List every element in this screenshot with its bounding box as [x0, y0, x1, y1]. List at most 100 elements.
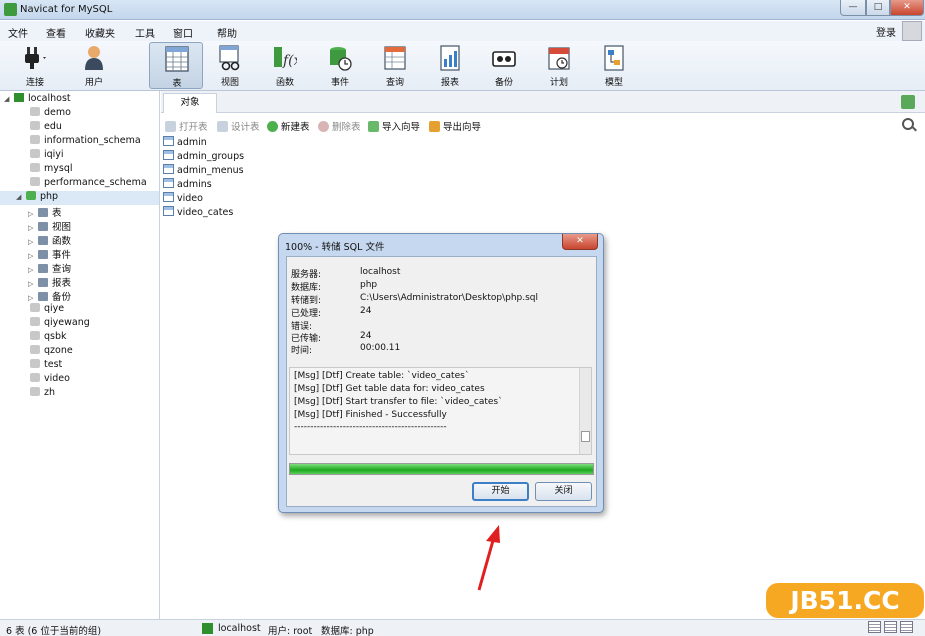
delete-table-label: 删除表 — [332, 122, 361, 133]
export-wizard-label: 导出向导 — [443, 122, 482, 133]
tree-db-performance-schema[interactable]: performance_schema — [30, 177, 147, 191]
node-label: 表 — [52, 208, 62, 219]
schedule-icon — [548, 47, 570, 70]
start-button[interactable]: 开始 — [472, 482, 529, 501]
open-table-button[interactable]: 打开表 — [165, 119, 208, 133]
dialog-close-button[interactable]: ✕ — [562, 234, 598, 250]
tree-db-qzone[interactable]: qzone — [30, 345, 73, 359]
query-button[interactable]: 查询 — [368, 42, 422, 89]
expand-arrow-icon[interactable]: ▷ — [28, 294, 38, 302]
export-wizard-button[interactable]: 导出向导 — [429, 119, 481, 133]
tree-db-video[interactable]: video — [30, 373, 70, 387]
database-icon — [30, 387, 40, 396]
info-label: 已处理: — [291, 309, 322, 319]
avatar[interactable] — [902, 21, 922, 41]
scroll-thumb[interactable] — [581, 431, 590, 442]
login-link[interactable]: 登录 — [876, 24, 896, 39]
connect-button[interactable]: 连接 — [8, 42, 62, 89]
design-table-label: 设计表 — [231, 122, 260, 133]
expand-arrow-icon[interactable]: ▷ — [28, 266, 38, 274]
new-table-button[interactable]: 新建表 — [267, 119, 310, 133]
tab-objects[interactable]: 对象 — [163, 93, 217, 113]
expand-arrow-icon[interactable]: ▷ — [28, 224, 38, 232]
collapse-arrow-icon[interactable]: ◢ — [4, 95, 14, 103]
tree-db-edu[interactable]: edu — [30, 121, 62, 135]
tree-php-views[interactable]: ▷ 视图 — [28, 219, 71, 233]
database-open-icon — [26, 191, 36, 200]
list-item[interactable]: video_cates — [163, 206, 233, 220]
close-button[interactable]: 关闭 — [535, 482, 592, 501]
table-icon — [163, 136, 174, 146]
design-table-button[interactable]: 设计表 — [217, 119, 260, 133]
status-bar: 6 表 (6 位于当前的组) localhost 用户: root 数据库: p… — [0, 619, 925, 636]
status-count: 6 表 (6 位于当前的组) — [6, 626, 102, 636]
log-line: [Msg] [Dtf] Finished - Successfully — [294, 410, 447, 420]
status-database: 数据库: php — [321, 626, 374, 636]
menu-tools[interactable]: 工具 — [135, 25, 155, 40]
menu-view[interactable]: 查看 — [46, 25, 66, 40]
node-label: 备份 — [52, 292, 72, 303]
tree-db-qsbk[interactable]: qsbk — [30, 331, 67, 345]
tree-db-information-schema[interactable]: information_schema — [30, 135, 141, 149]
view-icon — [219, 45, 240, 71]
log-scrollbar[interactable] — [579, 368, 591, 454]
expand-arrow-icon[interactable]: ▷ — [28, 252, 38, 260]
view-button[interactable]: 视图 — [203, 42, 257, 89]
db-label: qzone — [44, 345, 73, 356]
tree-db-test[interactable]: test — [30, 359, 62, 373]
backup-button[interactable]: 备份 — [477, 42, 531, 89]
tree-server-localhost[interactable]: ◢ localhost — [4, 93, 71, 107]
tree-db-demo[interactable]: demo — [30, 107, 71, 121]
tree-php-backups[interactable]: ▷ 备份 — [28, 289, 71, 303]
import-wizard-button[interactable]: 导入向导 — [368, 119, 420, 133]
search-icon[interactable] — [902, 118, 914, 130]
list-item[interactable]: admin_groups — [163, 150, 244, 164]
user-button[interactable]: 用户 — [67, 42, 121, 89]
expand-arrow-icon[interactable]: ▷ — [28, 280, 38, 288]
database-icon — [30, 121, 40, 130]
tree-php-tables[interactable]: ▷ 表 — [28, 205, 62, 219]
view-icon — [38, 222, 48, 231]
tree-db-iqiyi[interactable]: iqiyi — [30, 149, 64, 163]
collapse-arrow-icon[interactable]: ◢ — [16, 193, 26, 201]
minimize-button[interactable]: — — [840, 0, 866, 16]
tree-php-queries[interactable]: ▷ 查询 — [28, 261, 71, 275]
list-item[interactable]: admins — [163, 178, 212, 192]
node-label: 报表 — [52, 278, 72, 289]
tree-php-functions[interactable]: ▷ 函数 — [28, 233, 71, 247]
schedule-button[interactable]: 计划 — [532, 42, 586, 89]
info-value: 00:00.11 — [360, 343, 401, 353]
list-item[interactable]: admin_menus — [163, 164, 244, 178]
menu-file[interactable]: 文件 — [8, 25, 28, 40]
delete-table-button[interactable]: 删除表 — [318, 119, 361, 133]
watermark-logo: JB51.CC — [766, 583, 924, 618]
list-item[interactable]: admin — [163, 136, 207, 150]
close-window-button[interactable]: ✕ — [890, 0, 924, 16]
expand-arrow-icon[interactable]: ▷ — [28, 210, 38, 218]
tree-db-mysql[interactable]: mysql — [30, 163, 73, 177]
tree-php-events[interactable]: ▷ 事件 — [28, 247, 71, 261]
list-item[interactable]: video — [163, 192, 203, 206]
new-tab-icon[interactable] — [901, 95, 915, 109]
grid-view-icon[interactable] — [900, 621, 913, 633]
menu-window[interactable]: 窗口 — [173, 25, 193, 40]
tree-db-qiye[interactable]: qiye — [30, 303, 64, 317]
maximize-button[interactable]: □ — [866, 0, 890, 16]
table-name: admins — [177, 179, 212, 190]
menu-favorites[interactable]: 收藏夹 — [85, 25, 115, 40]
tree-db-zh[interactable]: zh — [30, 387, 55, 401]
list-view-icon[interactable] — [868, 621, 881, 633]
tree-db-qiyewang[interactable]: qiyewang — [30, 317, 90, 331]
tree-db-php[interactable]: ◢ php — [0, 191, 159, 205]
menu-help[interactable]: 帮助 — [217, 25, 237, 40]
log-textarea[interactable]: [Msg] [Dtf] Create table: `video_cates` … — [289, 367, 592, 455]
function-button[interactable]: f(x) 函数 — [258, 42, 312, 89]
tree-php-reports[interactable]: ▷ 报表 — [28, 275, 71, 289]
expand-arrow-icon[interactable]: ▷ — [28, 238, 38, 246]
database-icon — [30, 149, 40, 158]
model-button[interactable]: 模型 — [587, 42, 641, 89]
report-button[interactable]: 报表 — [423, 42, 477, 89]
event-button[interactable]: 事件 — [313, 42, 367, 89]
detail-view-icon[interactable] — [884, 621, 897, 633]
table-button[interactable]: 表 — [149, 42, 203, 89]
